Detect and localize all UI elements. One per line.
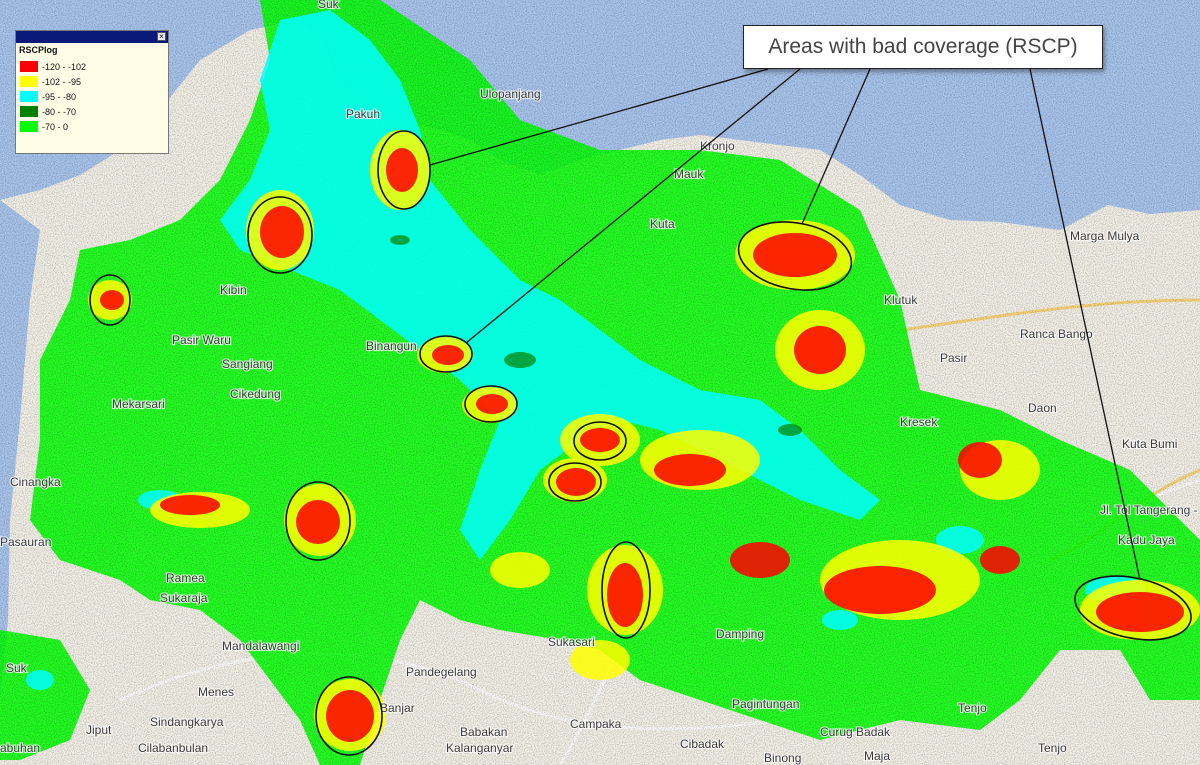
label-kibin: Kibin bbox=[220, 283, 247, 297]
legend-item: -102 - -95 bbox=[16, 74, 168, 89]
label-cilabanbulan: Cilabanbulan bbox=[138, 741, 208, 755]
label-kadu-jaya: Kadu Jaya bbox=[1118, 533, 1175, 547]
label-maja: Maja bbox=[864, 749, 890, 763]
legend-item-label: -80 - -70 bbox=[42, 106, 77, 117]
label-pasir: Pasir bbox=[940, 351, 967, 365]
label-kuta-bumi: Kuta Bumi bbox=[1122, 437, 1177, 451]
label-labuhan: abuhan bbox=[0, 741, 40, 755]
label-pandegelang: Pandegelang bbox=[406, 665, 477, 679]
label-mandalawangi: Mandalawangi bbox=[222, 639, 299, 653]
label-menes: Menes bbox=[198, 685, 234, 699]
legend-title: RSCPlog bbox=[19, 45, 58, 55]
label-tenjo-1: Tenjo bbox=[958, 701, 987, 715]
label-babakan: Babakan bbox=[460, 725, 507, 739]
label-mekarsari: Mekarsari bbox=[112, 397, 165, 411]
legend-item: -120 - -102 bbox=[16, 59, 168, 74]
legend-swatch bbox=[20, 121, 38, 132]
label-kuta: Kuta bbox=[650, 217, 675, 231]
label-cikedung: Cikedung bbox=[230, 387, 281, 401]
legend-item-label: -102 - -95 bbox=[42, 76, 82, 87]
legend-item: -80 - -70 bbox=[16, 104, 168, 119]
label-cinangka: Cinangka bbox=[10, 475, 61, 489]
label-damping: Damping bbox=[716, 627, 764, 641]
label-sukaraja: Sukaraja bbox=[160, 591, 208, 605]
label-campaka: Campaka bbox=[570, 717, 622, 731]
label-suk-top: Suk bbox=[318, 0, 340, 11]
label-suk-left: Suk bbox=[6, 661, 28, 675]
legend-item-label: -120 - -102 bbox=[42, 61, 87, 72]
legend-item: -70 - 0 bbox=[16, 119, 168, 134]
label-marga-mulya: Marga Mulya bbox=[1070, 229, 1140, 243]
label-sukasari: Sukasari bbox=[548, 635, 595, 649]
label-kresek: Kresek bbox=[900, 415, 938, 429]
label-sindangkarya: Sindangkarya bbox=[150, 715, 224, 729]
label-jiput: Jiput bbox=[86, 723, 112, 737]
callout-text: Areas with bad coverage (RSCP) bbox=[768, 35, 1078, 58]
label-sangiang: Sangiang bbox=[222, 357, 273, 371]
legend-swatch bbox=[20, 91, 38, 102]
label-curug-badak: Curug Badak bbox=[820, 725, 891, 739]
label-daon: Daon bbox=[1028, 401, 1057, 415]
coverage-map[interactable]: Suk Ulopanjang Pakuh Kronjo Mauk Kuta Ki… bbox=[0, 0, 1200, 765]
label-kalanganyar: Kalanganyar bbox=[446, 741, 513, 755]
legend-item: -95 - -80 bbox=[16, 89, 168, 104]
legend-titlebar[interactable]: × bbox=[16, 31, 168, 43]
label-pasir-waru: Pasir Waru bbox=[172, 333, 231, 347]
label-pagintungan: Pagintungan bbox=[732, 697, 799, 711]
label-cibadak: Cibadak bbox=[680, 737, 725, 751]
rscp-legend[interactable]: × RSCPlog -120 - -102 -102 - -95 -95 - -… bbox=[15, 30, 169, 154]
label-klutuk: Klutuk bbox=[884, 293, 918, 307]
label-banjar: Banjar bbox=[380, 701, 415, 715]
legend-swatch bbox=[20, 61, 38, 72]
label-binong: Binong bbox=[764, 751, 801, 765]
legend-swatch bbox=[20, 106, 38, 117]
label-pasauran: Pasauran bbox=[0, 535, 51, 549]
label-ramea: Ramea bbox=[166, 571, 205, 585]
label-ulopanjang: Ulopanjang bbox=[480, 87, 541, 101]
label-binangun: Binangun bbox=[366, 339, 417, 353]
legend-item-label: -95 - -80 bbox=[42, 91, 77, 102]
legend-item-label: -70 - 0 bbox=[42, 121, 69, 132]
label-ranca-bango: Ranca Bango bbox=[1020, 327, 1093, 341]
bad-coverage-callout: Areas with bad coverage (RSCP) bbox=[743, 25, 1103, 69]
label-tangerang-merak: Jl. Tol Tangerang - Merak bbox=[1100, 503, 1200, 517]
label-tenjo-2: Tenjo bbox=[1038, 741, 1067, 755]
legend-close-button[interactable]: × bbox=[157, 32, 166, 41]
legend-swatch bbox=[20, 76, 38, 87]
label-pakuh: Pakuh bbox=[346, 107, 380, 121]
